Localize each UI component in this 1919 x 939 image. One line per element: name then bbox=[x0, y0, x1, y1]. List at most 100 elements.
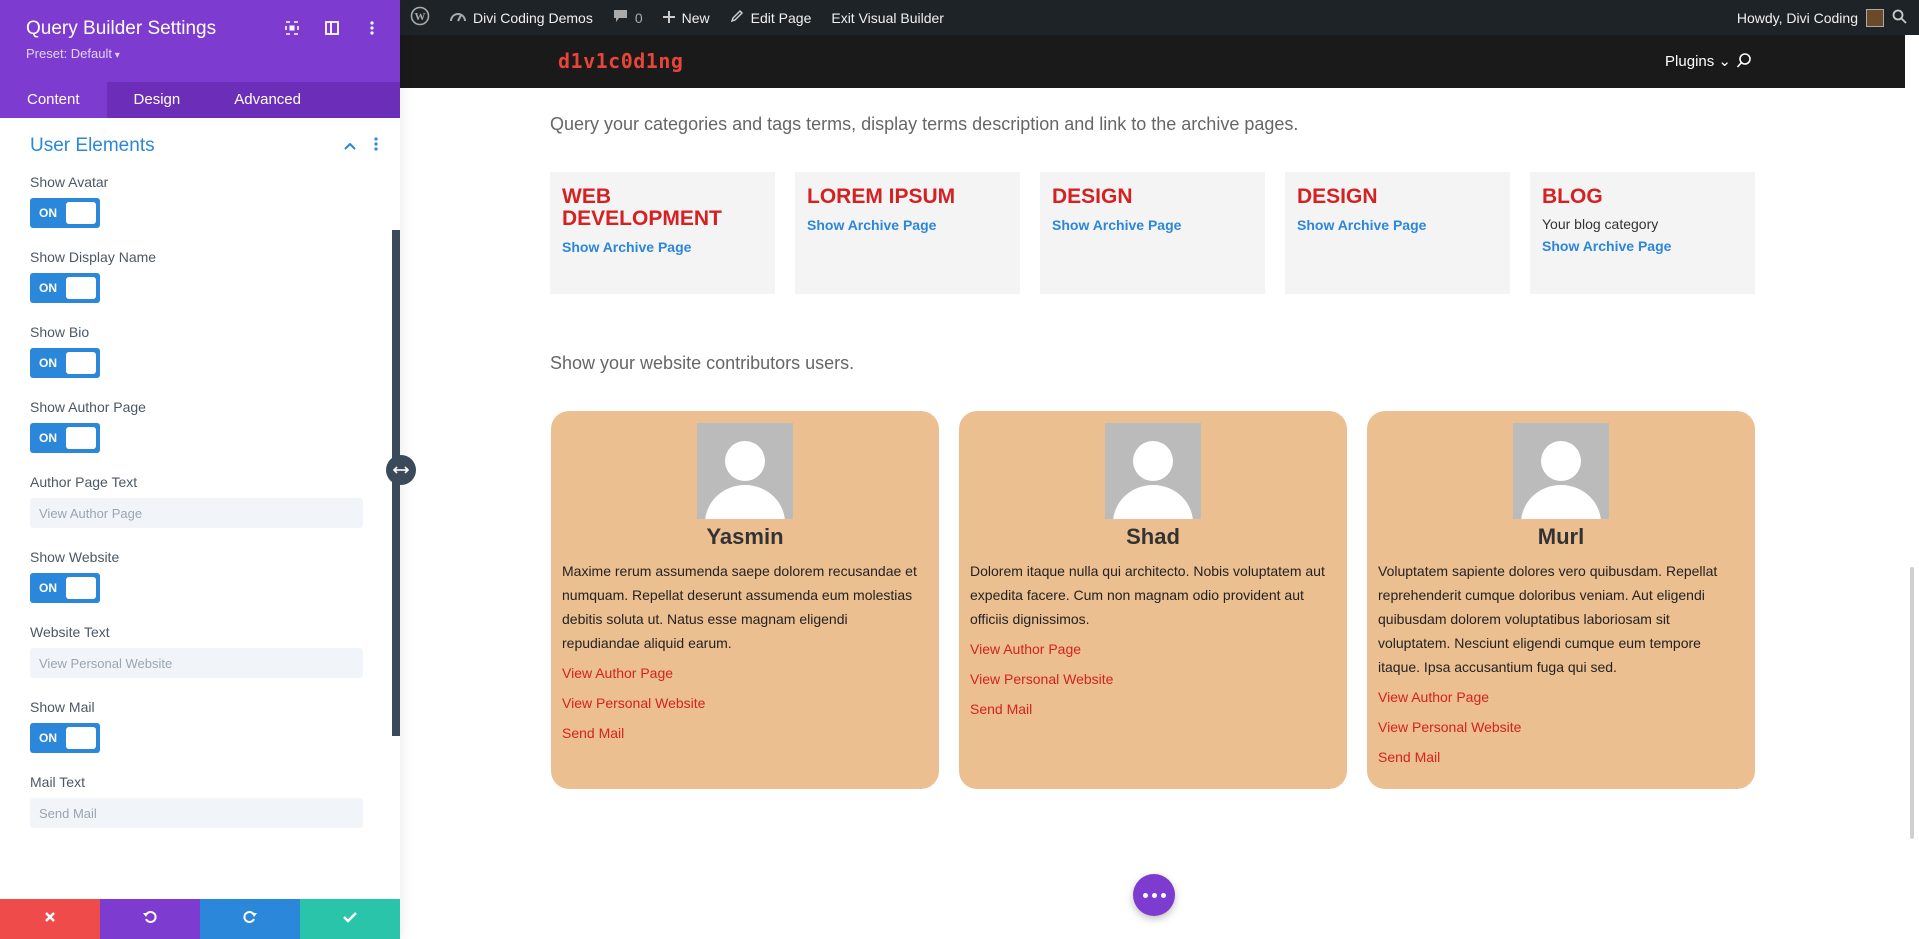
greeting: Howdy, Divi Coding bbox=[1736, 9, 1858, 26]
check-icon bbox=[343, 910, 357, 928]
tab-content[interactable]: Content bbox=[0, 82, 107, 118]
discard-button[interactable] bbox=[0, 899, 100, 939]
send-mail-link[interactable]: Send Mail bbox=[970, 697, 1336, 721]
term-card: WEB DEVELOPMENT Show Archive Page bbox=[550, 172, 775, 294]
preset-selector[interactable]: Preset: Default bbox=[26, 46, 374, 61]
show-display-name-toggle[interactable]: ON bbox=[30, 273, 100, 303]
search-icon[interactable] bbox=[1736, 52, 1753, 74]
site-name-link[interactable]: Divi Coding Demos bbox=[440, 0, 603, 35]
section-more-icon[interactable] bbox=[374, 136, 378, 156]
site-logo[interactable]: d1v1c0d1ng bbox=[558, 49, 683, 73]
toggle-knob bbox=[66, 352, 96, 374]
author-page-link[interactable]: View Author Page bbox=[562, 661, 928, 685]
author-page-link[interactable]: View Author Page bbox=[1378, 685, 1744, 709]
show-avatar-toggle[interactable]: ON bbox=[30, 198, 100, 228]
dot-icon bbox=[1151, 892, 1157, 898]
tab-design[interactable]: Design bbox=[107, 82, 208, 118]
chevron-up-icon[interactable] bbox=[344, 137, 356, 155]
author-page-text-input[interactable] bbox=[30, 498, 363, 528]
users-grid: Yasmin Maxime rerum assumenda saepe dolo… bbox=[551, 411, 1755, 789]
archive-link[interactable]: Show Archive Page bbox=[807, 217, 1008, 233]
undo-button[interactable] bbox=[100, 899, 200, 939]
page-settings-button[interactable] bbox=[1133, 874, 1175, 916]
layout-icon[interactable] bbox=[324, 20, 340, 36]
comment-icon bbox=[613, 9, 628, 26]
exit-visual-builder-link[interactable]: Exit Visual Builder bbox=[821, 0, 954, 35]
nav-item-plugins[interactable]: Plugins bbox=[1665, 52, 1731, 70]
show-bio-toggle[interactable]: ON bbox=[30, 348, 100, 378]
avatar bbox=[1513, 423, 1609, 519]
show-mail-toggle[interactable]: ON bbox=[30, 723, 100, 753]
user-card: Murl Voluptatem sapiente dolores vero qu… bbox=[1367, 411, 1755, 789]
archive-link[interactable]: Show Archive Page bbox=[1297, 217, 1498, 233]
field-author-page-text: Author Page Text bbox=[30, 474, 370, 528]
author-page-link[interactable]: View Author Page bbox=[970, 637, 1336, 661]
account-menu[interactable]: Howdy, Divi Coding bbox=[1727, 0, 1919, 35]
toggle-knob bbox=[66, 202, 96, 224]
site-header: d1v1c0d1ng Plugins bbox=[400, 35, 1905, 88]
personal-website-link[interactable]: View Personal Website bbox=[562, 691, 928, 715]
archive-link[interactable]: Show Archive Page bbox=[562, 239, 763, 255]
toggle-state: ON bbox=[39, 431, 57, 445]
edit-page-link[interactable]: Edit Page bbox=[720, 0, 822, 35]
comments-link[interactable]: 0 bbox=[603, 0, 653, 35]
field-label: Show Avatar bbox=[30, 174, 109, 190]
archive-link[interactable]: Show Archive Page bbox=[1542, 238, 1743, 254]
section-header[interactable]: User Elements bbox=[30, 118, 378, 174]
page-scrollbar[interactable] bbox=[1906, 35, 1919, 939]
send-mail-link[interactable]: Send Mail bbox=[1378, 745, 1744, 769]
field-show-bio: Show Bio ON bbox=[30, 324, 370, 378]
term-card: DESIGN Show Archive Page bbox=[1285, 172, 1510, 294]
panel-body: User Elements Show Avatar ON Show Displa… bbox=[0, 118, 400, 899]
pencil-icon bbox=[730, 9, 744, 26]
panel-footer bbox=[0, 899, 400, 939]
term-card: LOREM IPSUM Show Archive Page bbox=[795, 172, 1020, 294]
site-name: Divi Coding Demos bbox=[473, 9, 593, 26]
settings-panel: Query Builder Settings Preset: Default C… bbox=[0, 0, 400, 939]
panel-header: Query Builder Settings Preset: Default bbox=[0, 0, 400, 82]
redo-button[interactable] bbox=[200, 899, 300, 939]
comments-count: 0 bbox=[634, 9, 643, 26]
more-options-icon[interactable] bbox=[364, 20, 380, 36]
scrollbar-thumb[interactable] bbox=[1910, 567, 1914, 839]
tab-advanced[interactable]: Advanced bbox=[207, 82, 328, 118]
mail-text-input[interactable] bbox=[30, 798, 363, 828]
toggle-state: ON bbox=[39, 281, 57, 295]
field-website-text: Website Text bbox=[30, 624, 370, 678]
dashboard-icon bbox=[450, 9, 466, 26]
field-label: Show Display Name bbox=[30, 249, 157, 265]
expand-icon[interactable] bbox=[284, 20, 300, 36]
personal-website-link[interactable]: View Personal Website bbox=[970, 667, 1336, 691]
close-icon bbox=[44, 910, 56, 928]
terms-intro: Query your categories and tags terms, di… bbox=[550, 114, 1299, 134]
send-mail-link[interactable]: Send Mail bbox=[562, 721, 928, 745]
field-show-mail: Show Mail ON bbox=[30, 699, 370, 753]
exit-label: Exit Visual Builder bbox=[831, 9, 944, 26]
term-name: DESIGN bbox=[1052, 185, 1133, 208]
users-intro: Show your website contributors users. bbox=[550, 353, 855, 373]
toggle-state: ON bbox=[39, 206, 57, 220]
undo-icon bbox=[143, 910, 157, 929]
toggle-knob bbox=[66, 727, 96, 749]
field-label: Show Bio bbox=[30, 324, 90, 340]
search-icon[interactable] bbox=[1892, 9, 1907, 27]
website-text-input[interactable] bbox=[30, 648, 363, 678]
personal-website-link[interactable]: View Personal Website bbox=[1378, 715, 1744, 739]
new-content-link[interactable]: New bbox=[653, 0, 720, 35]
term-name: BLOG bbox=[1542, 185, 1603, 208]
field-mail-text: Mail Text bbox=[30, 774, 370, 828]
save-button[interactable] bbox=[300, 899, 400, 939]
term-card: DESIGN Show Archive Page bbox=[1040, 172, 1265, 294]
term-name: LOREM IPSUM bbox=[807, 185, 956, 208]
field-show-avatar: Show Avatar ON bbox=[30, 174, 370, 228]
wordpress-logo-button[interactable]: W bbox=[400, 0, 440, 35]
show-author-page-toggle[interactable]: ON bbox=[30, 423, 100, 453]
field-label: Show Mail bbox=[30, 699, 95, 715]
toggle-state: ON bbox=[39, 581, 57, 595]
archive-link[interactable]: Show Archive Page bbox=[1052, 217, 1253, 233]
resize-handle[interactable] bbox=[386, 455, 416, 485]
panel-tabs: Content Design Advanced bbox=[0, 82, 400, 118]
user-name: Shad bbox=[1126, 524, 1180, 549]
terms-grid: WEB DEVELOPMENT Show Archive Page LOREM … bbox=[550, 172, 1755, 294]
show-website-toggle[interactable]: ON bbox=[30, 573, 100, 603]
